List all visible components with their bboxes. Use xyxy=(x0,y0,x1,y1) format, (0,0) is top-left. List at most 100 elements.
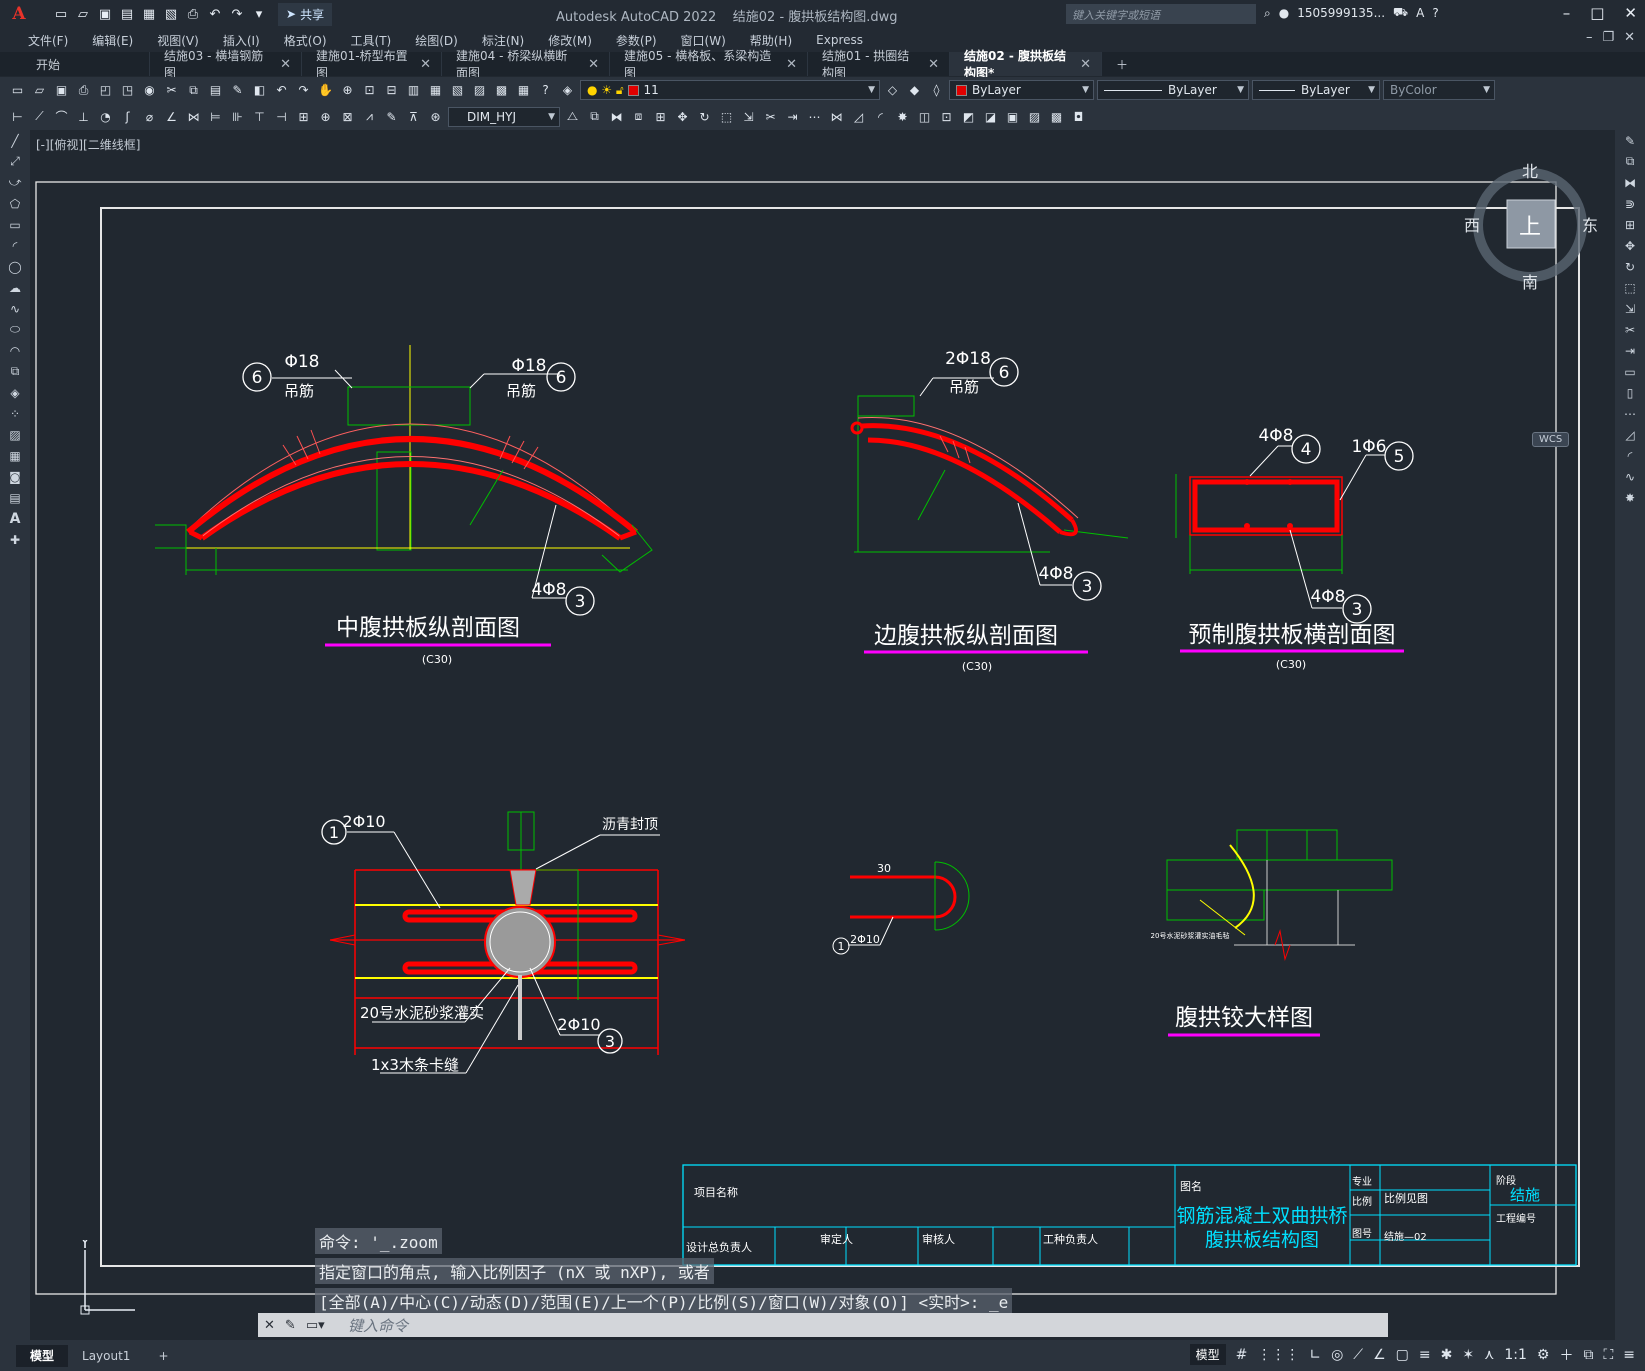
close-tab-icon[interactable]: ✕ xyxy=(588,57,599,72)
new-tab-button[interactable]: ＋ xyxy=(1102,52,1138,76)
inspect-icon[interactable]: ⊠ xyxy=(338,107,357,126)
model-space-button[interactable]: 模型 xyxy=(1189,1344,1226,1365)
minimize-icon[interactable]: – xyxy=(1563,4,1571,22)
doc-close-icon[interactable]: ✕ xyxy=(1624,30,1635,45)
tab-active-drawing[interactable]: 结施02 - 腹拱板结构图* ✕ xyxy=(950,49,1102,80)
tab-drawing[interactable]: 结施03 - 横墙钢筋图 ✕ xyxy=(150,49,302,80)
gear-icon[interactable]: ⚙ xyxy=(1537,1347,1550,1363)
stretch-icon[interactable]: ⇲ xyxy=(739,107,758,126)
hatch-icon[interactable]: ▨ xyxy=(0,424,30,445)
dim-space-icon[interactable]: ⊤ xyxy=(250,107,269,126)
menu-item[interactable]: 修改(M) xyxy=(536,32,604,49)
trim-icon[interactable]: ✂ xyxy=(761,107,780,126)
isolate-icon[interactable]: ⧉ xyxy=(1583,1347,1593,1363)
plot-icon[interactable]: ⎙ xyxy=(184,5,202,23)
user-name[interactable]: 1505999135... xyxy=(1297,6,1385,20)
join-icon[interactable]: ⋯ xyxy=(1615,403,1645,424)
lineweight-icon[interactable]: ≡ xyxy=(1419,1347,1431,1363)
close-tab-icon[interactable]: ✕ xyxy=(928,57,939,72)
calculator-icon[interactable]: ▦ xyxy=(514,81,533,100)
autocad-logo[interactable]: A xyxy=(0,0,38,28)
close-tab-icon[interactable]: ✕ xyxy=(1080,57,1091,72)
explode-icon[interactable]: ✸ xyxy=(1615,487,1645,508)
ortho-icon[interactable]: ∟ xyxy=(1309,1347,1321,1363)
dim-continue-icon[interactable]: ⊪ xyxy=(228,107,247,126)
menu-item[interactable]: 插入(I) xyxy=(211,32,272,49)
menu-item[interactable]: 视图(V) xyxy=(145,32,211,49)
help-icon[interactable]: ? xyxy=(1432,6,1438,20)
mirror-icon[interactable]: ⧓ xyxy=(1615,172,1645,193)
dim-ordinate-icon[interactable]: ⊥ xyxy=(74,107,93,126)
extend-icon[interactable]: ⇥ xyxy=(783,107,802,126)
properties-icon[interactable]: ▥ xyxy=(404,81,423,100)
fillet-icon[interactable]: ◜ xyxy=(871,107,890,126)
chamfer-icon[interactable]: ◿ xyxy=(1615,424,1645,445)
paste-icon[interactable]: ▤ xyxy=(206,81,225,100)
gradient-icon[interactable]: ▦ xyxy=(0,445,30,466)
layer-properties-icon[interactable]: ◈ xyxy=(558,81,577,100)
blockeditor-icon[interactable]: ◧ xyxy=(250,81,269,100)
polygon-icon[interactable]: ⬠ xyxy=(0,193,30,214)
lineweight-dropdown[interactable]: ByLayer ▼ xyxy=(1252,80,1380,100)
tab-drawing[interactable]: 建施01-桥型布置图 ✕ xyxy=(302,49,442,80)
close-tab-icon[interactable]: ✕ xyxy=(786,57,797,72)
dim-textedit-icon[interactable]: ⊼ xyxy=(404,107,423,126)
matchprop-icon[interactable]: ✎ xyxy=(228,81,247,100)
revcloud-icon[interactable]: ☁ xyxy=(0,277,30,298)
ellipse-icon[interactable]: ⬭ xyxy=(0,319,30,340)
annotation-visibility-icon[interactable]: ✶ xyxy=(1462,1347,1474,1363)
doc-restore-icon[interactable]: ❐ xyxy=(1602,30,1614,45)
arc-icon[interactable]: ◜ xyxy=(0,235,30,256)
dim-linear-icon[interactable]: ⊢ xyxy=(8,107,27,126)
annotation-scale-value[interactable]: 1:1 xyxy=(1504,1347,1527,1363)
add-selected-icon[interactable]: ✚ xyxy=(0,529,30,550)
dim-radius-icon[interactable]: ◔ xyxy=(96,107,115,126)
jogged-linear-icon[interactable]: ⩘ xyxy=(360,107,379,126)
hatch-icon[interactable]: ▨ xyxy=(1025,107,1044,126)
break-point-icon[interactable]: ▭ xyxy=(1615,361,1645,382)
menu-item[interactable]: 编辑(E) xyxy=(80,32,145,49)
tab-drawing[interactable]: 建施04 - 桥梁纵横断面图 ✕ xyxy=(442,49,610,80)
image-icon[interactable]: ▣ xyxy=(1003,107,1022,126)
region-icon[interactable]: ◘ xyxy=(1069,107,1088,126)
region-icon[interactable]: ◙ xyxy=(0,466,30,487)
dim-aligned-icon[interactable]: ⟋ xyxy=(30,107,49,126)
maximize-icon[interactable]: □ xyxy=(1590,4,1604,22)
menu-item[interactable]: 窗口(W) xyxy=(669,32,738,49)
command-input[interactable]: 键入命令 xyxy=(258,1313,1388,1337)
customize-wrench-icon[interactable]: ✎ xyxy=(285,1318,296,1333)
polar-icon[interactable]: ◎ xyxy=(1331,1347,1343,1363)
plus-icon[interactable]: ＋ xyxy=(1559,1345,1573,1365)
close-tab-icon[interactable]: ✕ xyxy=(420,57,431,72)
tab-model[interactable]: 模型 xyxy=(16,1344,69,1367)
tab-drawing[interactable]: 建施05 - 横格板、系梁构造图 ✕ xyxy=(610,49,808,80)
layer-state-icon[interactable]: ◊ xyxy=(927,81,946,100)
command-prompt-icon[interactable]: ▭▾ xyxy=(306,1318,325,1333)
grid-icon[interactable]: # xyxy=(1236,1347,1248,1363)
preview-icon[interactable]: ◰ xyxy=(96,81,115,100)
fullscreen-icon[interactable]: ⛶ xyxy=(1603,1347,1613,1363)
close-tab-icon[interactable]: ✕ xyxy=(280,57,291,72)
markup-icon[interactable]: ▩ xyxy=(492,81,511,100)
cut-icon[interactable]: ✂ xyxy=(162,81,181,100)
undo-icon[interactable]: ↶ xyxy=(272,81,291,100)
join-icon[interactable]: ⋈ xyxy=(827,107,846,126)
copy-icon[interactable]: ⧉ xyxy=(184,81,203,100)
user-icon[interactable]: ● xyxy=(1279,6,1289,20)
redo-icon[interactable]: ↷ xyxy=(294,81,313,100)
construction-line-icon[interactable]: ⤢ xyxy=(0,151,30,172)
doc-minimize-icon[interactable]: – xyxy=(1586,30,1593,45)
explode-icon[interactable]: ✸ xyxy=(893,107,912,126)
close-command-icon[interactable]: ✕ xyxy=(264,1318,275,1333)
move-icon[interactable]: ✥ xyxy=(1615,235,1645,256)
viewcube[interactable]: 上 北 南 西 东 xyxy=(1460,150,1600,320)
rotate-icon[interactable]: ↻ xyxy=(1615,256,1645,277)
mirror-icon[interactable]: ⧓ xyxy=(607,107,626,126)
tolerance-icon[interactable]: ⊞ xyxy=(294,107,313,126)
center-mark-icon[interactable]: ⊕ xyxy=(316,107,335,126)
make-block-icon[interactable]: ◈ xyxy=(0,382,30,403)
erase-icon[interactable]: ✎ xyxy=(1615,130,1645,151)
wcs-menu-button[interactable]: WCS xyxy=(1532,432,1570,447)
customize-icon[interactable]: ≡ xyxy=(1623,1347,1635,1363)
tab-start[interactable]: 开始 xyxy=(0,52,150,76)
